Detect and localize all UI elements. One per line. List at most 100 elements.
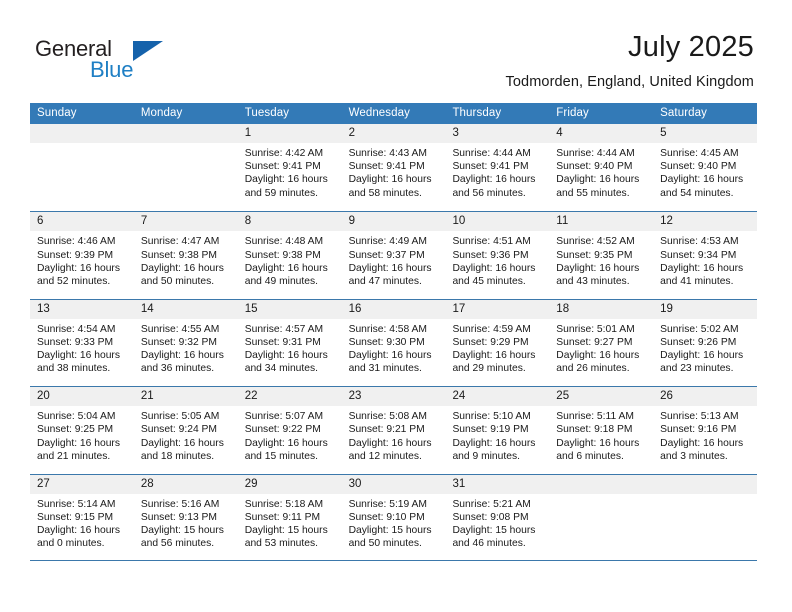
day-number: 13	[37, 302, 50, 315]
day-number-band: 30	[341, 474, 446, 494]
day-info: Sunrise: 4:54 AM Sunset: 9:33 PM Daylight:…	[30, 319, 134, 376]
sunrise-text: Sunrise: 4:44 AM	[452, 148, 531, 159]
day-cell-16[interactable]: 16 Sunrise: 4:58 AM Sunset: 9:30 PM Dayligh…	[341, 299, 446, 387]
daylight-text-line2: and 50 minutes.	[140, 276, 215, 287]
day-number: 22	[244, 390, 258, 403]
day-cell-30[interactable]: 30 Sunrise: 5:19 AM Sunset: 9:10 PM Dayligh…	[341, 474, 446, 560]
day-cell-1[interactable]: 1 Sunrise: 4:42 AM Sunset: 9:41 PM Daylight…	[237, 124, 342, 212]
sunrise-text: Sunrise: 5:14 AM	[37, 498, 116, 510]
day-cell-23[interactable]: 23 Sunrise: 5:08 AM Sunset: 9:21 PM Dayligh…	[341, 387, 446, 474]
sunset-text: Sunset: 9:41 PM	[244, 161, 321, 173]
day-info: Sunrise: 5:11 AM Sunset: 9:18 PM Daylight:…	[549, 406, 653, 463]
day-info: Sunrise: 5:08 AM Sunset: 9:21 PM Daylight:…	[342, 406, 446, 463]
daylight-text-line1: Daylight: 16 hours	[348, 262, 432, 274]
sunset-text: Sunset: 9:26 PM	[660, 336, 737, 348]
day-number: 17	[452, 302, 466, 315]
day-cell-9[interactable]: 9 Sunrise: 4:49 AM Sunset: 9:37 PM Daylight…	[341, 212, 446, 299]
day-number: 18	[556, 302, 570, 315]
sunrise-text: Sunrise: 4:59 AM	[452, 323, 531, 335]
daylight-text-line2: and 36 minutes.	[140, 363, 215, 375]
day-number-band: 31	[445, 474, 550, 494]
sunset-text: Sunset: 9:31 PM	[244, 336, 321, 348]
day-number: 28	[140, 477, 154, 490]
day-number: 16	[348, 302, 362, 315]
day-cell-13[interactable]: 13 Sunrise: 4:54 AM Sunset: 9:33 PM Dayligh…	[30, 299, 134, 387]
sunset-text: Sunset: 9:37 PM	[348, 249, 425, 261]
day-cell-6[interactable]: 6 Sunrise: 4:46 AM Sunset: 9:39 PM Daylight…	[30, 212, 134, 299]
day-info: Sunrise: 4:43 AM Sunset: 9:41 PM Daylight:…	[342, 143, 446, 200]
day-cell-17[interactable]: 17 Sunrise: 4:59 AM Sunset: 9:29 PM Dayligh…	[445, 299, 550, 387]
day-info: Sunrise: 4:46 AM Sunset: 9:39 PM Daylight:…	[30, 231, 134, 288]
day-cell-8[interactable]: 8 Sunrise: 4:48 AM Sunset: 9:38 PM Daylight…	[237, 212, 342, 299]
day-cell-7[interactable]: 7 Sunrise: 4:47 AM Sunset: 9:38 PM Daylight…	[133, 212, 238, 299]
day-number-band: 23	[341, 387, 446, 407]
daylight-text-line2: and 21 minutes.	[37, 450, 111, 462]
sunrise-text: Sunrise: 5:07 AM	[244, 411, 324, 423]
daylight-text-line2: and 23 minutes.	[660, 363, 734, 375]
day-cell-15[interactable]: 15 Sunrise: 4:57 AM Sunset: 9:31 PM Dayligh…	[237, 299, 342, 387]
daylight-text-line2: and 50 minutes.	[348, 538, 422, 550]
sunrise-text: Sunrise: 4:45 AM	[660, 148, 739, 159]
day-info: Sunrise: 4:48 AM Sunset: 9:38 PM Daylight:…	[238, 231, 342, 288]
daylight-text-line2: and 56 minutes.	[140, 538, 215, 550]
day-info: Sunrise: 4:59 AM Sunset: 9:29 PM Daylight:…	[445, 319, 549, 376]
sunrise-text: Sunrise: 4:51 AM	[452, 236, 531, 248]
day-number-band: 4	[549, 124, 654, 143]
day-cell-12[interactable]: 12 Sunrise: 4:53 AM Sunset: 9:34 PM Dayligh…	[653, 212, 758, 299]
day-number: 20	[37, 390, 50, 403]
day-cell-29[interactable]: 29 Sunrise: 5:18 AM Sunset: 9:11 PM Dayligh…	[237, 474, 342, 560]
sunrise-text: Sunrise: 5:01 AM	[556, 323, 635, 335]
day-cell-31[interactable]: 31 Sunrise: 5:21 AM Sunset: 9:08 PM Dayligh…	[445, 474, 550, 560]
day-number-band: 6	[30, 212, 134, 232]
day-number-band: 24	[445, 387, 550, 407]
day-cell-22[interactable]: 22 Sunrise: 5:07 AM Sunset: 9:22 PM Dayligh…	[237, 387, 342, 474]
day-number-band: 21	[133, 387, 238, 407]
day-cell-20[interactable]: 20 Sunrise: 5:04 AM Sunset: 9:25 PM Dayligh…	[30, 387, 134, 474]
day-info: Sunrise: 5:18 AM Sunset: 9:11 PM Daylight:…	[238, 494, 342, 551]
daylight-text-line1: Daylight: 16 hours	[556, 437, 640, 449]
day-cell-24[interactable]: 24 Sunrise: 5:10 AM Sunset: 9:19 PM Dayligh…	[445, 387, 550, 474]
day-number-band: 1	[237, 124, 342, 143]
sunset-text: Sunset: 9:16 PM	[660, 424, 737, 436]
daylight-text-line1: Daylight: 15 hours	[452, 524, 536, 536]
day-info: Sunrise: 5:02 AM Sunset: 9:26 PM Daylight:…	[653, 319, 757, 376]
weekday-header-saturday: Saturday	[660, 107, 707, 119]
sunrise-text: Sunrise: 5:08 AM	[348, 411, 427, 423]
sunrise-text: Sunrise: 4:43 AM	[348, 148, 427, 159]
day-number: 1	[244, 127, 252, 139]
day-cell-26[interactable]: 26 Sunrise: 5:13 AM Sunset: 9:16 PM Dayligh…	[653, 387, 758, 474]
sunrise-text: Sunrise: 5:10 AM	[452, 411, 531, 423]
day-info: Sunrise: 5:04 AM Sunset: 9:25 PM Daylight:…	[30, 406, 134, 463]
sunrise-text: Sunrise: 5:02 AM	[660, 323, 739, 335]
day-cell-28[interactable]: 28 Sunrise: 5:16 AM Sunset: 9:13 PM Dayligh…	[133, 474, 238, 560]
day-number-band: 9	[341, 212, 446, 232]
calendar-page: General Blue July 2025 Todmorden, Englan…	[0, 0, 792, 612]
weekday-header-sunday: Sunday	[37, 107, 77, 119]
day-number: 21	[140, 390, 154, 403]
day-cell-4[interactable]: 4 Sunrise: 4:44 AM Sunset: 9:40 PM Daylight…	[549, 124, 654, 212]
day-number-band: 3	[445, 124, 550, 143]
day-cell-27[interactable]: 27 Sunrise: 5:14 AM Sunset: 9:15 PM Dayligh…	[30, 474, 134, 560]
sunrise-text: Sunrise: 5:05 AM	[140, 411, 220, 423]
day-cell-11[interactable]: 11 Sunrise: 4:52 AM Sunset: 9:35 PM Dayligh…	[549, 212, 654, 299]
day-cell-18[interactable]: 18 Sunrise: 5:01 AM Sunset: 9:27 PM Dayligh…	[549, 299, 654, 387]
day-cell-19[interactable]: 19 Sunrise: 5:02 AM Sunset: 9:26 PM Dayligh…	[653, 299, 758, 387]
day-number-band: 5	[653, 124, 758, 143]
day-cell-25[interactable]: 25 Sunrise: 5:11 AM Sunset: 9:18 PM Dayligh…	[549, 387, 654, 474]
daylight-text-line1: Daylight: 16 hours	[556, 174, 640, 186]
sunset-text: Sunset: 9:08 PM	[452, 511, 529, 523]
day-info: Sunrise: 5:13 AM Sunset: 9:16 PM Daylight:…	[653, 406, 757, 463]
sunset-text: Sunset: 9:39 PM	[37, 249, 114, 261]
day-cell-5[interactable]: 5 Sunrise: 4:45 AM Sunset: 9:40 PM Daylight…	[653, 124, 758, 212]
day-cell-21[interactable]: 21 Sunrise: 5:05 AM Sunset: 9:24 PM Dayligh…	[133, 387, 238, 474]
daylight-text-line1: Daylight: 16 hours	[348, 437, 432, 449]
day-cell-2[interactable]: 2 Sunrise: 4:43 AM Sunset: 9:41 PM Daylight…	[341, 124, 446, 212]
day-number: 14	[140, 302, 154, 315]
day-cell-10[interactable]: 10 Sunrise: 4:51 AM Sunset: 9:36 PM Dayligh…	[445, 212, 550, 299]
daylight-text-line2: and 55 minutes.	[556, 187, 630, 199]
day-cell-14[interactable]: 14 Sunrise: 4:55 AM Sunset: 9:32 PM Dayligh…	[133, 299, 238, 387]
day-info: Sunrise: 4:51 AM Sunset: 9:36 PM Daylight:…	[445, 231, 549, 288]
day-number-band: 7	[133, 212, 238, 232]
calendar-grid: Sunday Monday Tuesday Wednesday Thursday Frid…	[30, 103, 758, 561]
day-cell-3[interactable]: 3 Sunrise: 4:44 AM Sunset: 9:41 PM Daylight…	[445, 124, 550, 212]
